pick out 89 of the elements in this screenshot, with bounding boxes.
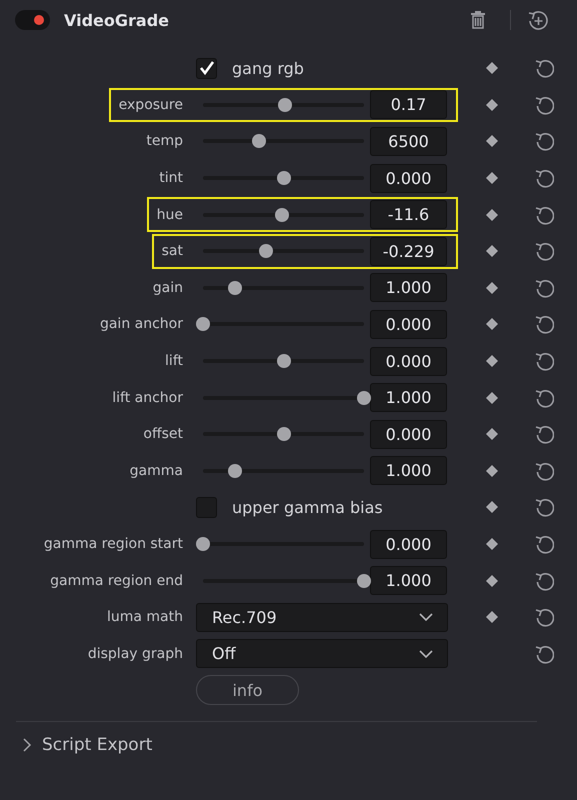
keyframe-diamond-icon[interactable] bbox=[486, 245, 498, 258]
keyframe-diamond-icon[interactable] bbox=[486, 611, 498, 624]
slider-thumb[interactable] bbox=[228, 464, 242, 478]
slider-thumb[interactable] bbox=[196, 317, 210, 332]
parameter-label: gamma region start bbox=[44, 536, 183, 552]
reset-icon[interactable] bbox=[534, 460, 554, 481]
keyframe-diamond-icon[interactable] bbox=[486, 355, 498, 368]
parameter-label: hue bbox=[156, 206, 183, 223]
value-field[interactable]: 0.17 bbox=[370, 90, 447, 120]
keyframe-diamond-icon[interactable] bbox=[486, 574, 498, 587]
slider-thumb[interactable] bbox=[196, 537, 210, 552]
reset-icon[interactable] bbox=[534, 94, 554, 115]
parameter-label: gain bbox=[152, 280, 183, 296]
keyframe-diamond-icon[interactable] bbox=[486, 392, 498, 404]
trash-icon[interactable] bbox=[470, 11, 486, 29]
enable-toggle[interactable] bbox=[15, 10, 50, 30]
parameter-label: temp bbox=[146, 133, 183, 150]
keyframe-diamond-icon[interactable] bbox=[486, 282, 498, 294]
reset-icon[interactable] bbox=[534, 388, 554, 408]
chevron-down-icon[interactable] bbox=[419, 613, 433, 622]
keyframe-diamond-icon[interactable] bbox=[486, 62, 498, 74]
slider-thumb[interactable] bbox=[276, 354, 290, 368]
dropdown[interactable]: Off bbox=[196, 639, 448, 668]
value-field[interactable]: 1.000 bbox=[370, 566, 447, 596]
parameter-label: lift anchor bbox=[112, 390, 183, 406]
checkbox-label: upper gamma bias bbox=[232, 498, 383, 517]
info-button[interactable]: info bbox=[196, 675, 299, 706]
reset-icon[interactable] bbox=[534, 168, 554, 188]
reset-icon[interactable] bbox=[534, 424, 554, 444]
value-field[interactable]: 0.000 bbox=[370, 346, 447, 376]
parameter-label: lift bbox=[165, 353, 183, 370]
section-header[interactable]: Script Export bbox=[0, 722, 577, 760]
reset-icon[interactable] bbox=[534, 314, 554, 334]
reset-icon[interactable] bbox=[534, 131, 554, 152]
keyframe-diamond-icon[interactable] bbox=[486, 98, 498, 111]
reset-icon[interactable] bbox=[534, 644, 554, 664]
checkbox[interactable] bbox=[196, 58, 217, 79]
keyframe-diamond-icon[interactable] bbox=[486, 208, 498, 221]
slider-thumb[interactable] bbox=[276, 427, 290, 442]
slider-thumb[interactable] bbox=[357, 390, 371, 405]
parameter-label: gain anchor bbox=[100, 316, 183, 332]
slider-thumb[interactable] bbox=[274, 208, 289, 222]
dropdown[interactable]: Rec.709 bbox=[196, 602, 448, 632]
reset-add-icon[interactable] bbox=[526, 9, 548, 31]
value-field[interactable]: 1.000 bbox=[370, 273, 447, 302]
parameter-label: tint bbox=[159, 170, 183, 186]
parameter-label: offset bbox=[143, 426, 183, 442]
reset-icon[interactable] bbox=[534, 351, 554, 372]
parameter-label: display graph bbox=[88, 646, 183, 662]
slider-thumb[interactable] bbox=[258, 244, 273, 258]
value-field[interactable]: 0.000 bbox=[370, 420, 447, 449]
value-field[interactable]: 6500 bbox=[370, 126, 447, 156]
parameter-label: sat bbox=[162, 243, 183, 260]
reset-icon[interactable] bbox=[534, 58, 554, 78]
reset-icon[interactable] bbox=[534, 204, 554, 225]
keyframe-diamond-icon[interactable] bbox=[486, 464, 498, 477]
value-field[interactable]: 1.000 bbox=[370, 383, 447, 412]
value-field[interactable]: -0.229 bbox=[370, 236, 447, 266]
keyframe-diamond-icon[interactable] bbox=[486, 135, 498, 148]
keyframe-diamond-icon[interactable] bbox=[486, 428, 498, 440]
slider-thumb[interactable] bbox=[357, 574, 371, 588]
slider-thumb[interactable] bbox=[252, 134, 266, 148]
value-field[interactable]: 0.000 bbox=[370, 164, 447, 193]
reset-icon[interactable] bbox=[534, 607, 554, 628]
keyframe-diamond-icon[interactable] bbox=[486, 538, 498, 550]
slider-thumb[interactable] bbox=[276, 171, 290, 186]
chevron-down-icon[interactable] bbox=[419, 650, 433, 658]
parameter-label: luma math bbox=[106, 609, 183, 626]
value-field[interactable]: 1.000 bbox=[370, 456, 447, 486]
chevron-right-icon[interactable] bbox=[22, 738, 32, 752]
reset-icon[interactable] bbox=[534, 497, 554, 518]
value-field[interactable]: 0.000 bbox=[370, 310, 447, 339]
parameter-label: exposure bbox=[118, 96, 183, 113]
slider-thumb[interactable] bbox=[278, 98, 292, 112]
panel-title: VideoGrade bbox=[64, 10, 170, 30]
reset-icon[interactable] bbox=[534, 241, 554, 262]
value-field[interactable]: -11.6 bbox=[370, 200, 447, 230]
keyframe-diamond-icon[interactable] bbox=[486, 172, 498, 184]
reset-icon[interactable] bbox=[534, 570, 554, 591]
reset-icon[interactable] bbox=[534, 278, 554, 298]
parameter-label: gamma bbox=[130, 462, 183, 479]
value-field[interactable]: 0.000 bbox=[370, 530, 447, 559]
keyframe-diamond-icon[interactable] bbox=[486, 501, 498, 514]
slider-thumb[interactable] bbox=[228, 280, 242, 295]
checkbox-label: gang rgb bbox=[232, 58, 304, 78]
keyframe-diamond-icon[interactable] bbox=[486, 318, 498, 330]
parameter-label: gamma region end bbox=[50, 572, 183, 589]
checkbox[interactable] bbox=[196, 496, 217, 518]
reset-icon[interactable] bbox=[534, 534, 554, 554]
